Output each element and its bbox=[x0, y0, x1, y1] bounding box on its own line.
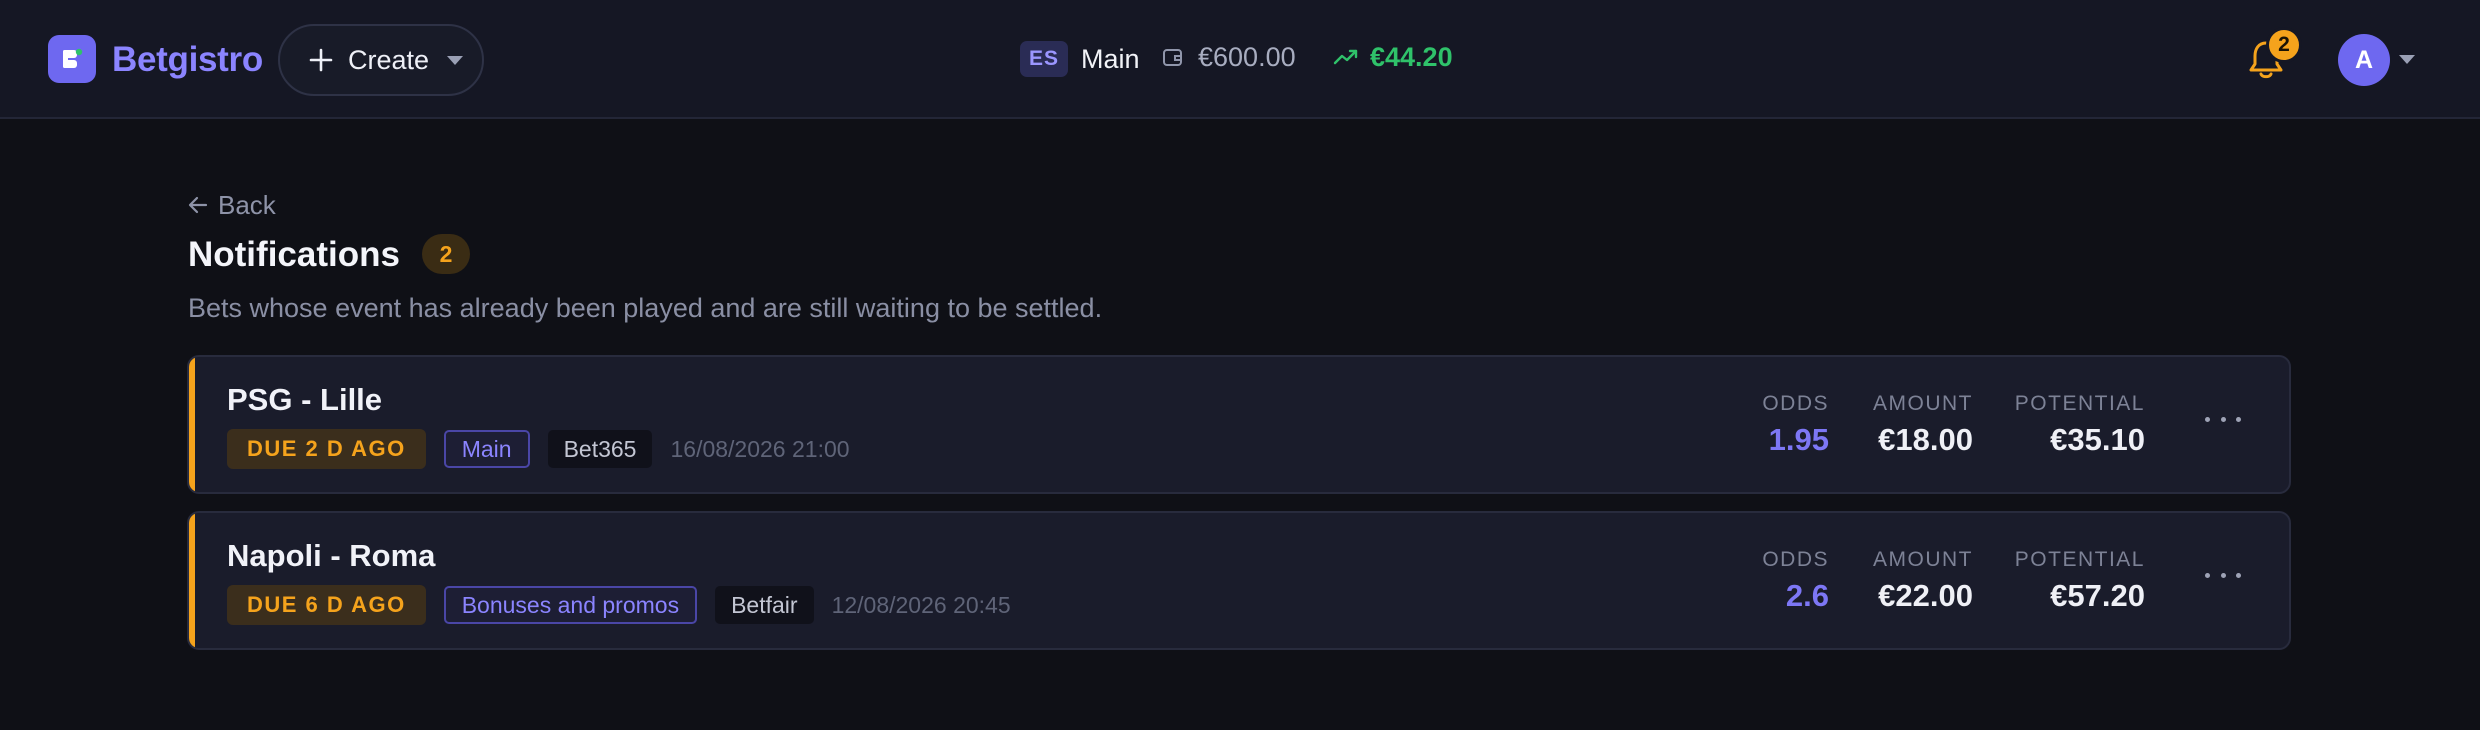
chevron-down-icon bbox=[447, 55, 464, 65]
odds-metric: ODDS 1.95 bbox=[1762, 391, 1829, 459]
odds-value: 2.6 bbox=[1785, 578, 1829, 613]
bookmaker-tag: Betfair bbox=[715, 586, 814, 624]
card-accent-bar bbox=[189, 513, 195, 648]
potential-metric: POTENTIAL €57.20 bbox=[2015, 547, 2145, 615]
account-profit: €44.20 bbox=[1370, 42, 1453, 72]
back-link[interactable]: Back bbox=[188, 189, 276, 221]
chevron-down-icon[interactable] bbox=[2399, 55, 2415, 64]
back-link-label: Back bbox=[218, 190, 276, 220]
user-avatar[interactable]: A bbox=[2338, 34, 2390, 86]
potential-label: POTENTIAL bbox=[2014, 392, 2145, 415]
amount-label: AMOUNT bbox=[1873, 548, 1973, 571]
odds-metric: ODDS 2.6 bbox=[1762, 547, 1829, 615]
account-tag: Bonuses and promos bbox=[443, 586, 698, 624]
create-button-label: Create bbox=[348, 44, 430, 75]
bet-tags: DUE 6 D AGO Bonuses and promos Betfair 1… bbox=[227, 585, 1011, 625]
bet-event-name: Napoli - Roma bbox=[227, 538, 436, 573]
brand-logo-icon[interactable] bbox=[48, 35, 96, 83]
odds-value: 1.95 bbox=[1768, 422, 1829, 457]
account-balance: €600.00 bbox=[1198, 42, 1296, 72]
potential-metric: POTENTIAL €35.10 bbox=[2015, 391, 2145, 459]
wallet-icon bbox=[1163, 49, 1182, 66]
pending-bet-card[interactable]: PSG - Lille DUE 2 D AGO Main Bet365 16/0… bbox=[187, 355, 2291, 494]
account-country-badge[interactable]: ES bbox=[1020, 41, 1068, 77]
due-badge: DUE 6 D AGO bbox=[227, 585, 426, 625]
amount-metric: AMOUNT €22.00 bbox=[1873, 547, 1973, 615]
page-subtitle: Bets whose event has already been played… bbox=[188, 293, 1103, 323]
notification-count-pill: 2 bbox=[422, 234, 470, 274]
amount-value: €18.00 bbox=[1878, 422, 1973, 457]
more-options-icon[interactable] bbox=[2205, 565, 2241, 585]
top-bar: Betgistro Create ES Main €600.00 €44.20 … bbox=[0, 0, 2480, 119]
potential-value: €57.20 bbox=[2050, 578, 2145, 613]
event-datetime: 16/08/2026 21:00 bbox=[670, 435, 850, 462]
amount-label: AMOUNT bbox=[1873, 392, 1973, 415]
brand-name[interactable]: Betgistro bbox=[112, 38, 263, 82]
trending-up-icon bbox=[1333, 49, 1358, 65]
amount-value: €22.00 bbox=[1878, 578, 1973, 613]
card-accent-bar bbox=[189, 357, 195, 492]
more-options-icon[interactable] bbox=[2205, 409, 2241, 429]
bet-tags: DUE 2 D AGO Main Bet365 16/08/2026 21:00 bbox=[227, 429, 850, 469]
potential-value: €35.10 bbox=[2050, 422, 2145, 457]
plus-icon bbox=[309, 48, 333, 72]
bet-event-name: PSG - Lille bbox=[227, 382, 383, 417]
potential-label: POTENTIAL bbox=[2014, 548, 2145, 571]
bookmaker-tag: Bet365 bbox=[547, 430, 653, 468]
odds-label: ODDS bbox=[1762, 548, 1829, 571]
odds-label: ODDS bbox=[1762, 392, 1829, 415]
account-tag: Main bbox=[443, 430, 530, 468]
page-title: Notifications bbox=[188, 235, 400, 274]
pending-bet-card[interactable]: Napoli - Roma DUE 6 D AGO Bonuses and pr… bbox=[187, 511, 2291, 650]
event-datetime: 12/08/2026 20:45 bbox=[831, 591, 1011, 618]
notification-count-badge: 2 bbox=[2266, 27, 2302, 63]
amount-metric: AMOUNT €18.00 bbox=[1873, 391, 1973, 459]
create-button[interactable]: Create bbox=[278, 24, 484, 96]
due-badge: DUE 2 D AGO bbox=[227, 429, 426, 469]
arrow-left-icon bbox=[188, 196, 208, 214]
account-name[interactable]: Main bbox=[1081, 42, 1140, 76]
